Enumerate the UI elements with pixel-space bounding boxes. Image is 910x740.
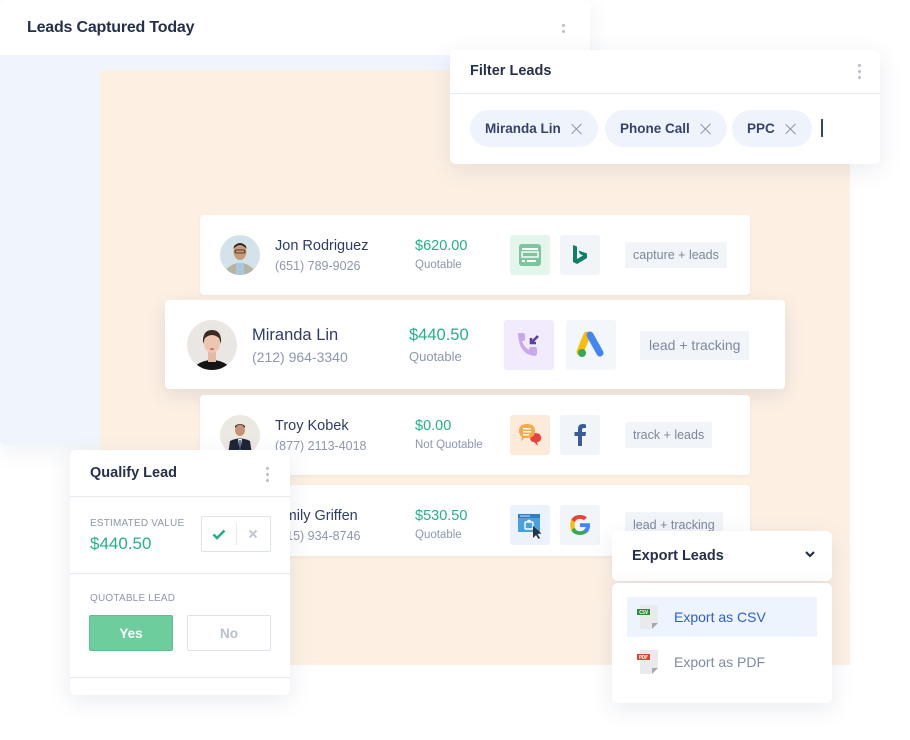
x-icon (248, 529, 258, 539)
lead-amount: $620.00 (415, 238, 468, 254)
lead-amount: $530.50 (415, 508, 468, 524)
yes-button[interactable]: Yes (89, 615, 173, 651)
export-pdf-option[interactable]: PDF Export as PDF (627, 642, 817, 682)
chat-icon (510, 415, 550, 455)
no-button[interactable]: No (187, 615, 271, 651)
avatar (220, 415, 260, 455)
reject-button[interactable] (237, 517, 271, 551)
export-csv-option[interactable]: CSV Export as CSV (627, 597, 817, 637)
lead-row[interactable]: Jon Rodriguez (651) 789-9026 $620.00 Quo… (200, 215, 750, 295)
approve-button[interactable] (202, 517, 236, 551)
lead-phone: (212) 964-3340 (252, 349, 348, 365)
tag[interactable]: lead + tracking (640, 331, 750, 360)
filter-chip[interactable]: Phone Call (605, 110, 727, 147)
chip-label: PPC (747, 121, 775, 136)
export-leads-dropdown[interactable]: Export Leads (612, 531, 832, 581)
qualify-panel-title: Qualify Lead (90, 465, 178, 481)
svg-text:PDF: PDF (639, 655, 648, 661)
lead-row-selected[interactable]: Miranda Lin (212) 964-3340 $440.50 Quota… (165, 300, 785, 389)
form-icon (510, 235, 550, 275)
lead-status: Not Quotable (415, 439, 483, 451)
export-option-label: Export as PDF (674, 654, 766, 670)
avatar (187, 320, 237, 370)
filter-chip[interactable]: Miranda Lin (470, 110, 598, 147)
lead-name[interactable]: Jon Rodriguez (275, 238, 369, 254)
lead-amount: $0.00 (415, 418, 452, 434)
chip-label: Miranda Lin (485, 121, 561, 136)
divider (70, 677, 290, 678)
close-icon[interactable] (785, 123, 797, 135)
lead-amount: $440.50 (409, 326, 469, 344)
more-options-icon[interactable] (858, 64, 862, 79)
lead-name[interactable]: Troy Kobek (275, 418, 349, 434)
csv-file-icon: CSV (637, 605, 658, 629)
divider (70, 496, 290, 497)
lead-phone: (877) 2113-4018 (275, 439, 367, 453)
filter-panel-title: Filter Leads (470, 63, 552, 79)
export-option-label: Export as CSV (674, 609, 766, 625)
chevron-down-icon[interactable] (804, 549, 816, 559)
tag[interactable]: track + leads (625, 422, 713, 448)
close-icon[interactable] (571, 123, 583, 135)
lead-name[interactable]: Miranda Lin (252, 326, 338, 345)
tag[interactable]: capture + leads (625, 242, 727, 268)
facebook-icon (560, 415, 600, 455)
qualify-lead-panel: Qualify Lead ESTIMATED VALUE $440.50 QUO… (70, 450, 290, 695)
chip-label: Phone Call (620, 121, 690, 136)
approve-reject-toggle (201, 516, 271, 552)
quotable-lead-label: QUOTABLE LEAD (90, 593, 176, 604)
google-ads-icon (566, 320, 616, 370)
incoming-call-icon (504, 320, 554, 370)
divider (70, 573, 290, 574)
lead-phone: (651) 789-9026 (275, 259, 361, 273)
filter-chip[interactable]: PPC (732, 110, 812, 147)
text-cursor[interactable] (821, 119, 823, 137)
more-options-icon[interactable] (562, 24, 566, 33)
avatar (220, 235, 260, 275)
export-menu: CSV Export as CSV PDF Export as PDF (612, 583, 832, 703)
lead-status: Quotable (415, 259, 462, 271)
estimated-value: $440.50 (90, 534, 152, 553)
leads-panel-header: Leads Captured Today (0, 0, 590, 55)
google-icon (560, 505, 600, 545)
bing-icon (560, 235, 600, 275)
svg-text:CSV: CSV (639, 610, 648, 616)
lead-status: Quotable (415, 529, 462, 541)
filter-leads-panel: Filter Leads Miranda Lin Phone Call PPC (450, 50, 880, 164)
check-icon (212, 529, 226, 540)
divider (450, 93, 880, 94)
pdf-file-icon: PDF (637, 650, 658, 674)
close-icon[interactable] (700, 123, 712, 135)
more-options-icon[interactable] (266, 467, 270, 482)
export-dropdown-label: Export Leads (632, 548, 724, 564)
estimated-value-label: ESTIMATED VALUE (90, 518, 185, 529)
web-store-click-icon (510, 505, 550, 545)
lead-status: Quotable (409, 349, 462, 364)
leads-panel-title: Leads Captured Today (27, 19, 195, 36)
